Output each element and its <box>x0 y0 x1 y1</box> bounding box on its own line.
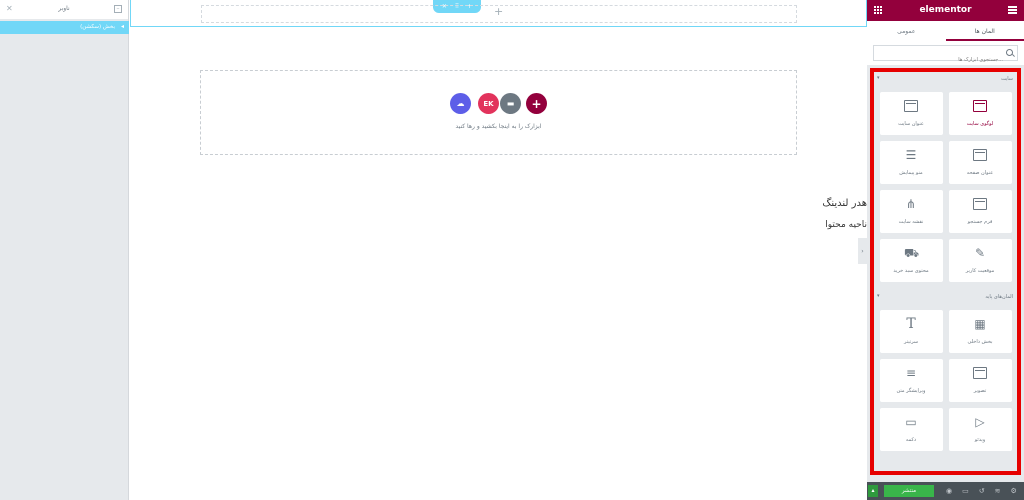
widget-heading[interactable]: T سرتیتر <box>879 310 943 353</box>
panel-footer: ▴ منتشر ◉ ▭ ↺ ≋ ⚙ <box>867 482 1024 500</box>
nav-menu-icon: ☰ <box>905 148 917 162</box>
collapse-panel-handle[interactable]: › <box>858 238 867 264</box>
widget-grid-site: عنوان سایت لوگوی سایت ☰ منو پیمایش عنوان… <box>874 88 1017 286</box>
responsive-mode-icon[interactable]: ▭ <box>962 487 969 495</box>
settings-gear-icon[interactable]: ⚙ <box>1010 487 1016 495</box>
category-title-site[interactable]: ▾ سایت <box>874 72 1017 88</box>
drop-zone[interactable]: ☁ EK ▬ + ابزارک را به اینجا بکشید و رها … <box>200 70 797 155</box>
widget-search-form[interactable]: فرم جستجو <box>948 190 1012 233</box>
button-icon: ▭ <box>905 415 917 429</box>
caret-down-icon: ▾ <box>877 293 880 299</box>
navigator-item-label: بخش (سکشن) <box>80 24 115 30</box>
site-logo-icon <box>973 99 987 113</box>
add-widget-plus-icon[interactable]: + <box>494 5 503 18</box>
add-section-button[interactable]: + <box>526 93 547 114</box>
search-input[interactable] <box>874 53 1017 67</box>
navigator-panel: ✕ ناوبر – بخش (سکشن) ◂ <box>0 0 129 500</box>
widget-site-title[interactable]: عنوان سایت <box>879 92 943 135</box>
preview-eye-icon[interactable]: ◉ <box>946 487 952 495</box>
navigator-item-section[interactable]: بخش (سکشن) ◂ <box>0 21 129 34</box>
footer-icons: ◉ ▭ ↺ ≋ ⚙ <box>946 487 1017 495</box>
content-area-label: ناحیه محتوا <box>825 220 867 230</box>
publish-button[interactable]: منتشر <box>884 485 934 497</box>
widget-sitemap[interactable]: ⋔ نقشه سایت <box>879 190 943 233</box>
widget-page-title[interactable]: عنوان صفحه <box>948 141 1012 184</box>
panel-header: elementor <box>867 0 1024 21</box>
navigator-title: ناوبر <box>58 5 70 12</box>
page-title-icon <box>973 148 987 162</box>
elementor-logo: elementor <box>919 5 972 15</box>
tab-elements[interactable]: المان ها <box>945 21 1024 41</box>
caret-down-icon: ▾ <box>877 75 880 81</box>
editor-canvas: ✕ ⠿ + + ☁ EK ▬ + ابزارک را به اینجا بکشی… <box>130 0 867 500</box>
header-section[interactable]: ✕ ⠿ + + <box>130 0 867 27</box>
widget-inner-section[interactable]: ▦ بخش داخلی <box>948 310 1012 353</box>
widget-image[interactable]: تصویر <box>948 359 1012 402</box>
header-column[interactable]: + <box>201 5 797 23</box>
drop-zone-hint: ابزارک را به اینجا بکشید و رها کنید <box>455 123 542 130</box>
hamburger-menu-icon[interactable] <box>1008 6 1017 14</box>
caret-right-icon[interactable]: ◂ <box>121 23 124 30</box>
chevron-right-icon: › <box>861 247 864 255</box>
essential-kit-icon[interactable]: EK <box>478 93 499 114</box>
widget-button[interactable]: ▭ دکمه <box>879 408 943 451</box>
search-icon <box>1006 49 1013 56</box>
history-icon[interactable]: ↺ <box>979 487 985 495</box>
inner-section-icon: ▦ <box>974 317 986 331</box>
search-form-icon <box>973 197 987 211</box>
widget-grid-basic: T سرتیتر ▦ بخش داخلی ≡ ویرایشگر متن تصوی… <box>874 306 1017 455</box>
widget-text-editor[interactable]: ≡ ویرایشگر متن <box>879 359 943 402</box>
widget-user-location[interactable]: ✎ موقعیت کاربر <box>948 239 1012 282</box>
navigator-layers-icon[interactable]: ≋ <box>995 487 1001 495</box>
tab-global[interactable]: عمومی <box>867 21 946 41</box>
site-title-icon <box>904 99 918 113</box>
cart-icon: ⛟ <box>904 246 920 260</box>
widget-site-logo[interactable]: لوگوی سایت <box>948 92 1012 135</box>
user-location-icon: ✎ <box>974 246 986 260</box>
widget-video[interactable]: ▷ ویدئو <box>948 408 1012 451</box>
widgets-panel-highlight: ▾ سایت عنوان سایت لوگوی سایت ☰ منو پیمای… <box>870 68 1021 475</box>
text-editor-icon: ≡ <box>905 366 917 380</box>
category-title-basic[interactable]: ▾ المان‌های پایه <box>874 290 1017 306</box>
folder-icon[interactable]: ▬ <box>500 93 521 114</box>
publish-options-button[interactable]: ▴ <box>868 485 878 497</box>
search-box <box>873 45 1018 67</box>
expand-all-icon[interactable]: – <box>114 5 122 13</box>
cloud-template-icon[interactable]: ☁ <box>450 93 471 114</box>
editor-root: ✕ ناوبر – بخش (سکشن) ◂ ✕ ⠿ + + ☁ EK ▬ + … <box>0 0 1024 500</box>
landing-header-title: هدر لندینگ <box>822 198 867 209</box>
navigator-header: ✕ ناوبر – <box>0 0 128 20</box>
image-icon <box>973 366 987 380</box>
sitemap-icon: ⋔ <box>905 197 917 211</box>
search-wrap <box>867 41 1024 67</box>
heading-icon: T <box>906 316 916 332</box>
panel-tabs: عمومی المان ها <box>867 21 1024 41</box>
widget-cart[interactable]: ⛟ محتوی سبد خرید <box>879 239 943 282</box>
video-icon: ▷ <box>975 415 985 429</box>
widget-nav-menu[interactable]: ☰ منو پیمایش <box>879 141 943 184</box>
